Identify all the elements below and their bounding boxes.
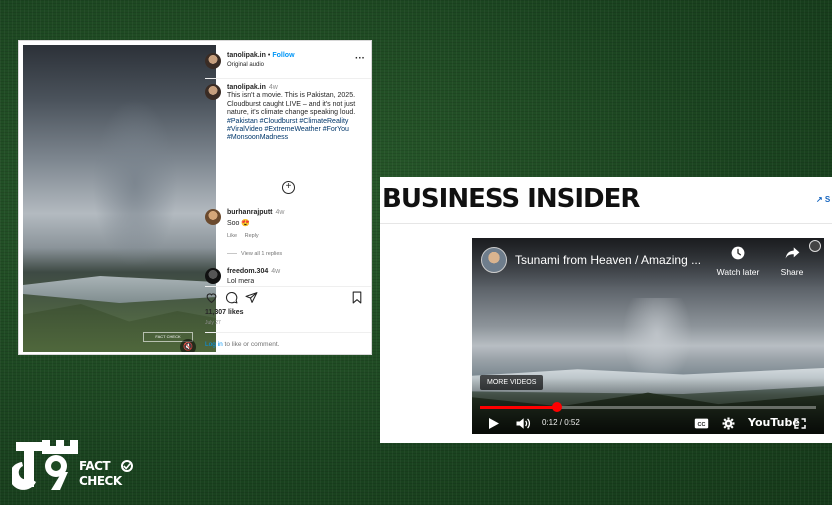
captions-icon[interactable]: CC	[694, 418, 709, 429]
channel-corner-icon[interactable]	[809, 240, 821, 252]
youtube-player[interactable]: Tsunami from Heaven / Amazing ... Watch …	[472, 238, 824, 434]
checkmark-circle-icon	[121, 460, 133, 472]
business-insider-page: BUSINESS INSIDER ↗ S Tsunami from Heaven…	[380, 177, 832, 443]
svg-text:CC: CC	[698, 422, 706, 428]
divider	[205, 286, 371, 287]
progress-fill	[480, 406, 558, 409]
subscribe-link[interactable]: ↗ S	[816, 195, 830, 204]
clock-icon	[708, 246, 768, 262]
caption-time: 4w	[268, 84, 278, 91]
volume-icon[interactable]	[515, 417, 531, 430]
share-arrow-icon	[774, 246, 810, 262]
post-caption: tanolipak.in 4w This isn't a movie. This …	[227, 84, 367, 143]
channel-avatar[interactable]	[481, 247, 507, 273]
progress-bar[interactable]	[480, 402, 816, 412]
comment-actions: Like Reply	[227, 233, 265, 239]
fact-label: FACT	[79, 459, 111, 473]
comment-text: Lol mera	[227, 278, 255, 285]
comment-username[interactable]: burhanrajputt 4w	[227, 209, 284, 216]
login-prompt-text: to like or comment.	[222, 341, 280, 348]
tv9-fact-check-logo: FACT CHECK	[12, 438, 136, 492]
video-title[interactable]: Tsunami from Heaven / Amazing ...	[515, 253, 710, 267]
load-more-comments-icon[interactable]: +	[282, 181, 295, 194]
comment-username[interactable]: freedom.304 4w	[227, 268, 280, 275]
caption-line: This isn't a movie. This is Pakistan, 20…	[227, 92, 356, 100]
username-link[interactable]: tanolipak.in	[227, 52, 266, 59]
more-videos-button[interactable]: MORE VIDEOS	[480, 375, 544, 390]
playback-time: 0:12 / 0:52	[542, 418, 580, 427]
share-button[interactable]: Share	[774, 246, 810, 277]
post-date: July 27	[205, 320, 221, 326]
comment-icon[interactable]	[225, 291, 238, 304]
caption-hashtags[interactable]: #Pakistan #Cloudburst #ClimateReality #V…	[227, 118, 349, 142]
divider	[205, 78, 371, 79]
play-icon[interactable]	[489, 418, 499, 429]
avatar[interactable]	[205, 53, 221, 69]
tv9-emblem-icon	[12, 440, 78, 490]
caption-avatar[interactable]	[205, 84, 221, 100]
audio-label[interactable]: Original audio	[227, 62, 264, 68]
watch-later-label: Watch later	[716, 267, 760, 277]
caption-line: Cloudburst caught LIVE – and it's not ju…	[227, 100, 356, 117]
comment-time: 4w	[275, 209, 285, 216]
login-link[interactable]: Log in	[205, 341, 223, 348]
comment-username-text[interactable]: burhanrajputt	[227, 209, 273, 216]
check-label: CHECK	[79, 474, 122, 488]
post-header-username[interactable]: tanolipak.in • Follow	[227, 52, 295, 59]
login-prompt: Log in to like or comment.	[205, 341, 279, 348]
bookmark-icon[interactable]	[351, 291, 363, 304]
fullscreen-icon[interactable]	[794, 418, 806, 429]
comment-time: 4w	[271, 268, 281, 275]
instagram-sidebar: tanolipak.in • Follow Original audio ··· t…	[205, 41, 371, 354]
mute-icon[interactable]: 🔇	[180, 339, 196, 352]
comment-username-text[interactable]: freedom.304	[227, 268, 268, 275]
share-icon[interactable]	[245, 291, 258, 304]
caption-username[interactable]: tanolipak.in	[227, 84, 266, 91]
divider	[380, 223, 832, 224]
likes-count[interactable]: 11,307 likes	[205, 309, 244, 316]
comment-text: Soo 😍	[227, 220, 251, 227]
divider	[205, 332, 371, 333]
separator-dot: •	[267, 52, 271, 59]
heart-icon[interactable]	[205, 291, 218, 304]
comment-reply-button[interactable]: Reply	[245, 233, 259, 239]
settings-gear-icon[interactable]	[722, 417, 735, 430]
player-controls: 0:12 / 0:52 CC YouTube	[472, 414, 824, 432]
instagram-video[interactable]: FACT CHECK 🔇	[23, 45, 216, 352]
share-label: Share	[780, 267, 804, 277]
view-replies-link[interactable]: View all 1 replies	[227, 251, 282, 257]
video-lake	[23, 276, 216, 303]
more-options-icon[interactable]: ···	[355, 53, 365, 64]
follow-button[interactable]: Follow	[272, 52, 294, 59]
business-insider-logo[interactable]: BUSINESS INSIDER	[382, 184, 640, 214]
comment-avatar[interactable]	[205, 268, 221, 284]
watch-later-button[interactable]: Watch later	[708, 246, 768, 277]
post-action-bar	[205, 291, 371, 305]
instagram-post: FACT CHECK 🔇 tanolipak.in • Follow Origina…	[18, 40, 372, 355]
comment-avatar[interactable]	[205, 209, 221, 225]
youtube-logo[interactable]: YouTube	[748, 416, 800, 429]
comment-like-button[interactable]: Like	[227, 233, 237, 239]
